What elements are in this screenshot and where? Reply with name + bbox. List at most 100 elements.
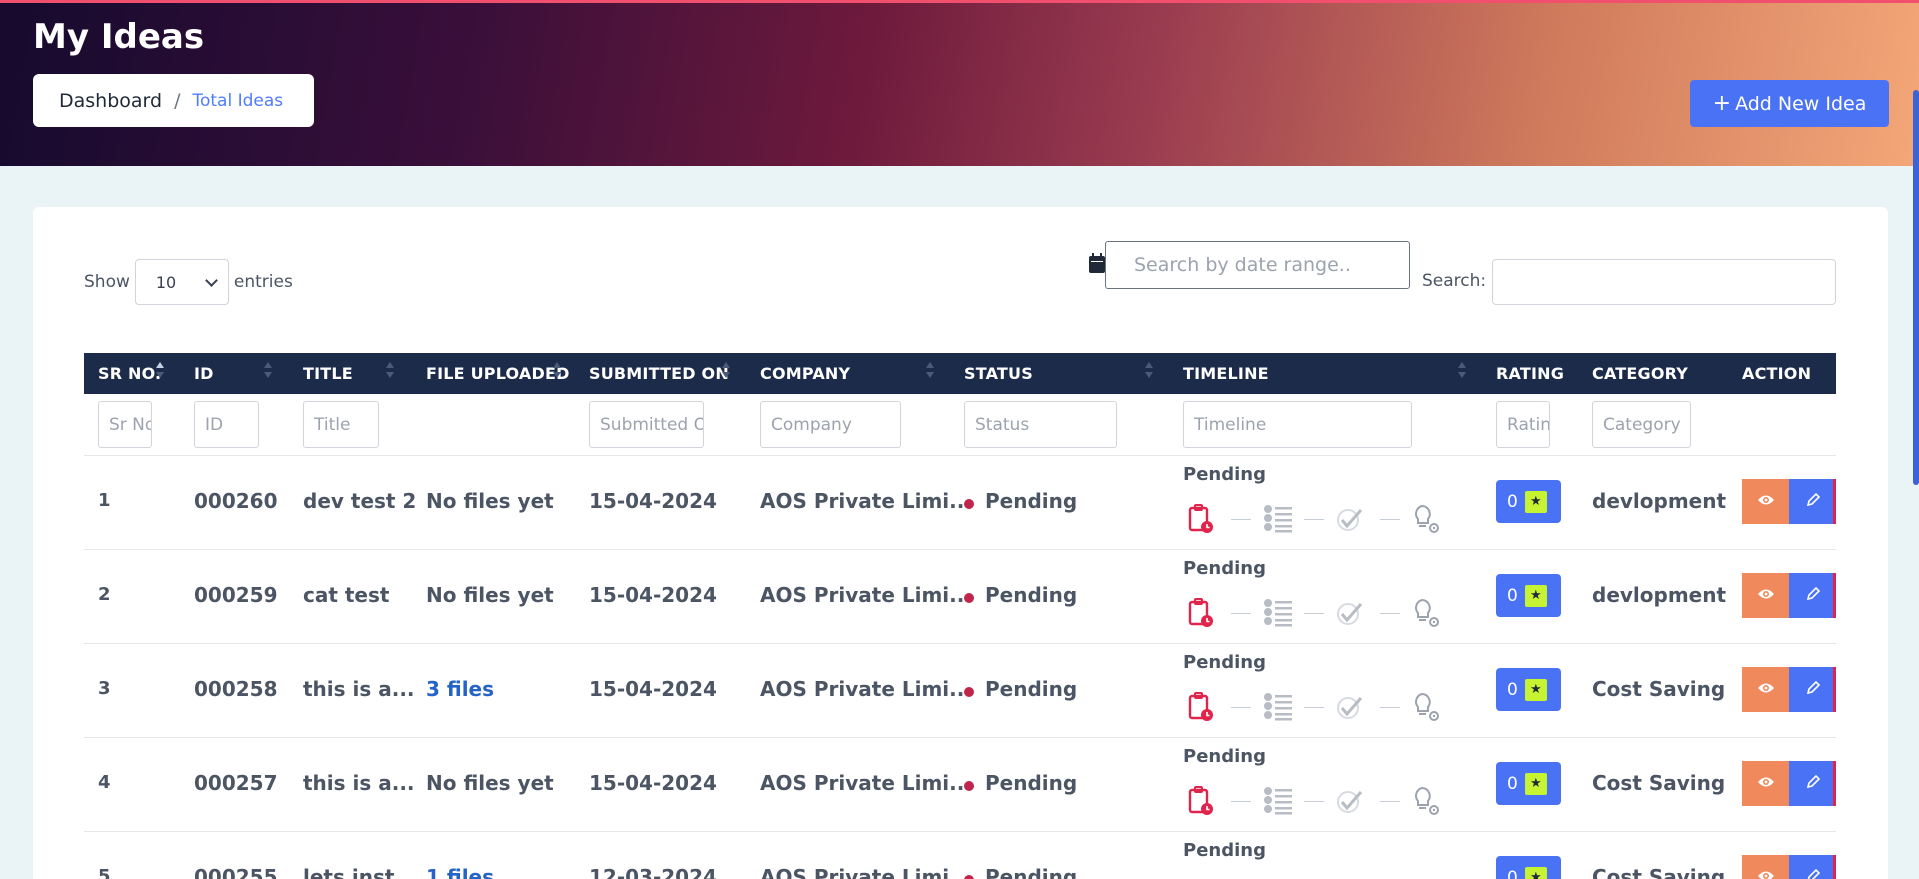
column-header-timeline[interactable]: TIMELINE [1183,353,1269,394]
sort-icon[interactable] [553,360,561,382]
sort-icon[interactable] [264,360,272,382]
column-header-company[interactable]: COMPANY [760,353,850,394]
column-header-sr[interactable]: SR NO. [98,353,161,394]
checkmark-icon [1335,505,1363,535]
edit-idea-button[interactable] [1789,667,1836,712]
rating-value: 0 [1507,585,1518,606]
edit-idea-button[interactable] [1789,855,1836,879]
search-input[interactable] [1492,259,1836,305]
edit-idea-button[interactable] [1789,479,1836,524]
timeline-status-label: Pending [1183,558,1266,579]
delete-idea-button-edge[interactable] [1833,855,1836,879]
cell-file-uploaded: No files yet [426,583,554,607]
delete-idea-button-edge[interactable] [1833,479,1836,524]
delete-idea-button-edge[interactable] [1833,667,1836,712]
cell-file-uploaded: No files yet [426,771,554,795]
page-size-select[interactable]: 10 [134,259,229,305]
star-icon: ★ [1524,490,1547,513]
timeline-connector [1380,801,1400,802]
cell-title: lets inst... [303,865,418,879]
cell-sr-no: 3 [98,678,111,699]
status-dot [964,499,974,509]
status-dot [964,593,974,603]
column-header-status[interactable]: STATUS [964,353,1033,394]
lightbulb-gear-icon [1409,503,1439,533]
date-range-input[interactable] [1105,241,1410,289]
timeline-status-label: Pending [1183,746,1266,767]
filter-input-company[interactable] [760,401,901,448]
timeline-status-label: Pending [1183,652,1266,673]
sort-icon[interactable] [926,360,934,382]
cell-category: Cost Saving [1592,865,1726,879]
edit-idea-button[interactable] [1789,761,1836,806]
cell-company: AOS Private Limi... [760,771,972,795]
page-scrollbar-thumb[interactable] [1913,90,1919,485]
add-new-idea-button[interactable]: + Add New Idea [1690,80,1889,127]
view-idea-button[interactable] [1742,573,1789,618]
sort-icon[interactable] [386,360,394,382]
lightbulb-gear-icon [1409,691,1439,721]
cell-submitted-on: 15-04-2024 [589,583,717,607]
filter-input-category[interactable] [1592,401,1691,448]
cell-file-uploaded[interactable]: 1 files [426,865,494,879]
delete-idea-button-edge[interactable] [1833,761,1836,806]
view-idea-button[interactable] [1742,667,1789,712]
row-divider [84,831,1836,832]
column-header-title[interactable]: TITLE [303,353,353,394]
status-dot [964,875,974,879]
cell-file-uploaded: No files yet [426,489,554,513]
filter-input-submitted[interactable] [589,401,704,448]
cell-company: AOS Private Limi... [760,583,972,607]
view-idea-button[interactable] [1742,761,1789,806]
view-idea-button[interactable] [1742,479,1789,524]
filter-input-id[interactable] [194,401,259,448]
checklist-icon [1262,691,1292,721]
filter-input-status[interactable] [964,401,1117,448]
sort-icon[interactable] [1145,360,1153,382]
timeline-connector [1380,519,1400,520]
breadcrumb-dashboard-link[interactable]: Dashboard [59,90,162,112]
row-divider [84,737,1836,738]
pencil-icon [1805,868,1821,879]
rating-badge: 0 ★ [1496,668,1561,711]
column-header-id[interactable]: ID [194,353,214,394]
sort-icon[interactable] [722,360,730,382]
filter-input-rating[interactable] [1496,401,1550,448]
delete-idea-button-edge[interactable] [1833,573,1836,618]
column-header-submitted[interactable]: SUBMITTED ON [589,353,729,394]
rating-value: 0 [1507,491,1518,512]
timeline-status-label: Pending [1183,840,1266,861]
star-icon: ★ [1524,866,1547,879]
cell-sr-no: 1 [98,490,111,511]
checkmark-icon [1335,787,1363,817]
column-header-rating: RATING [1496,364,1565,383]
timeline-connector [1380,613,1400,614]
eye-icon [1757,680,1775,699]
cell-title: cat test [303,583,390,607]
clipboard-clock-icon [1187,691,1215,721]
view-idea-button[interactable] [1742,855,1789,879]
cell-company: AOS Private Limi... [760,865,972,879]
rating-badge: 0 ★ [1496,762,1561,805]
filter-input-sr[interactable] [98,401,152,448]
star-icon: ★ [1524,772,1547,795]
filter-input-timeline[interactable] [1183,401,1412,448]
sort-icon[interactable] [156,360,164,382]
timeline-status-label: Pending [1183,464,1266,485]
timeline-connector [1380,707,1400,708]
pencil-icon [1805,680,1821,700]
rating-badge: 0 ★ [1496,480,1561,523]
calendar-icon [1089,253,1105,273]
edit-idea-button[interactable] [1789,573,1836,618]
column-header-files[interactable]: FILE UPLOADED [426,353,570,394]
cell-sr-no: 5 [98,866,111,879]
sort-icon[interactable] [1458,360,1466,382]
plus-icon: + [1712,90,1732,116]
cell-category: devlopment [1592,583,1727,607]
filter-input-title[interactable] [303,401,379,448]
eye-icon [1757,774,1775,793]
checklist-icon [1262,597,1292,627]
eye-icon [1757,492,1775,511]
cell-file-uploaded[interactable]: 3 files [426,677,494,701]
status-dot [964,781,974,791]
